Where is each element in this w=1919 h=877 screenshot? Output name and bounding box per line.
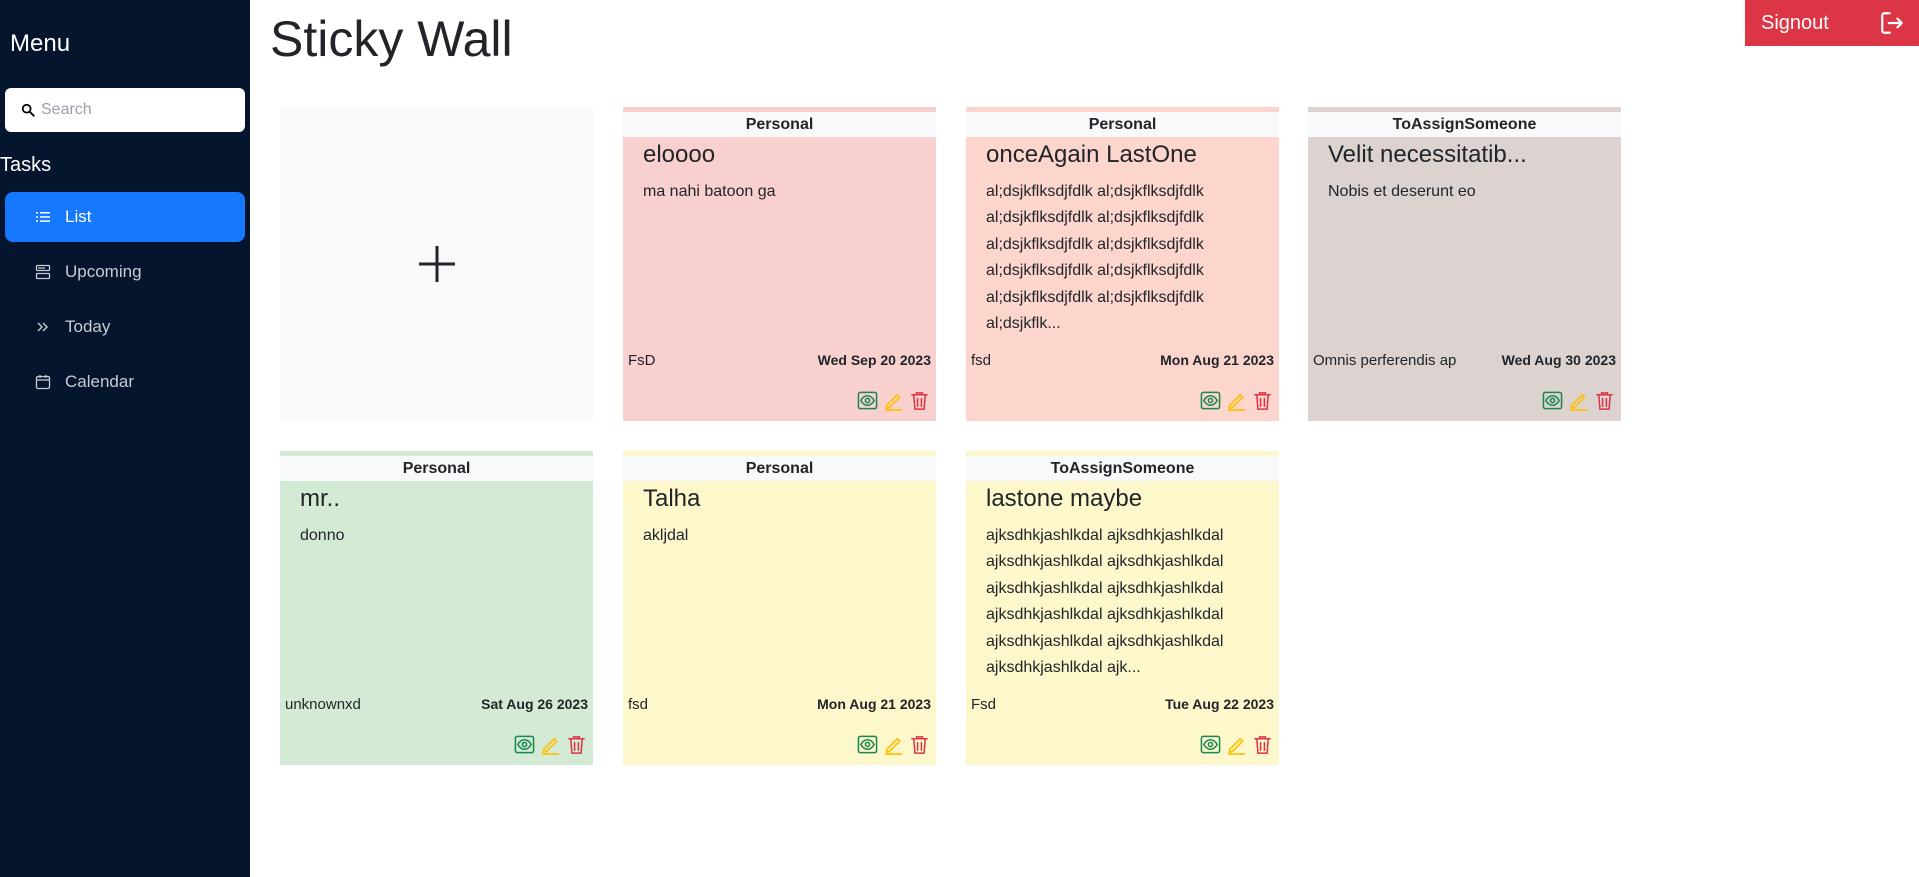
note-card[interactable]: Personal Talha akljdal fsd Mon Aug 21 2023: [623, 451, 936, 765]
note-card[interactable]: ToAssignSomeone Velit necessitatib... Nobi…: [1308, 107, 1621, 421]
sidebar-item-label: Today: [65, 317, 111, 336]
note-assignee: fsd: [628, 696, 649, 713]
note-date: Wed Aug 30 2023: [1501, 352, 1616, 368]
delete-icon[interactable]: [1593, 389, 1615, 411]
note-body: ajksdhkjashlkdal ajksdhkjashlkdal ajksdh…: [986, 527, 1224, 677]
page-title: Sticky Wall: [270, 11, 513, 67]
note-title: eloooo: [643, 141, 716, 168]
edit-icon[interactable]: [882, 389, 904, 411]
view-icon[interactable]: [856, 733, 878, 755]
plus-icon: [418, 246, 455, 282]
calendar-icon: [35, 374, 51, 390]
sidebar-item-today[interactable]: Today: [5, 302, 245, 352]
edit-icon[interactable]: [1567, 389, 1589, 411]
note-assignee: unknownxd: [285, 696, 361, 713]
note-assignee: fsd: [971, 352, 992, 369]
double-chevron-right-icon: [35, 319, 51, 335]
note-actions: [1199, 733, 1273, 755]
note-title: onceAgain LastOne: [986, 141, 1197, 168]
edit-icon[interactable]: [1225, 733, 1247, 755]
delete-icon[interactable]: [908, 733, 930, 755]
note-date: Tue Aug 22 2023: [1165, 696, 1274, 712]
delete-icon[interactable]: [1251, 389, 1273, 411]
note-date: Wed Sep 20 2023: [817, 352, 931, 368]
note-category: Personal: [280, 456, 593, 481]
note-body: al;dsjkflksdjfdlk al;dsjkflksdjfdlk al;d…: [986, 183, 1204, 333]
search-box[interactable]: [5, 88, 245, 132]
note-category: Personal: [623, 112, 936, 137]
note-title: Velit necessitatib...: [1328, 141, 1527, 168]
signout-label: Signout: [1761, 11, 1829, 34]
note-assignee: Fsd: [971, 696, 997, 713]
delete-icon[interactable]: [1251, 733, 1273, 755]
edit-icon[interactable]: [539, 733, 561, 755]
sidebar-item-label: Calendar: [65, 372, 134, 391]
view-icon[interactable]: [513, 733, 535, 755]
sidebar-item-label: Upcoming: [65, 262, 142, 281]
note-card[interactable]: Personal onceAgain LastOne al;dsjkflksdjfd…: [966, 107, 1279, 421]
sidebar: Menu Tasks List Upcoming Today Calendar: [0, 0, 250, 877]
note-category: Personal: [623, 456, 936, 481]
note-title: mr..: [300, 485, 340, 512]
search-input[interactable]: [41, 101, 231, 119]
note-title: Talha: [643, 485, 701, 512]
sidebar-item-calendar[interactable]: Calendar: [5, 357, 245, 407]
note-category: ToAssignSomeone: [1308, 112, 1621, 137]
view-icon[interactable]: [1541, 389, 1563, 411]
edit-icon[interactable]: [1225, 389, 1247, 411]
sidebar-item-label: List: [65, 207, 92, 226]
note-card[interactable]: Personal eloooo ma nahi batoon ga FsD Wed Se…: [623, 107, 936, 421]
add-note-button[interactable]: [280, 107, 593, 421]
signout-icon: [1881, 12, 1903, 34]
note-body: ma nahi batoon ga: [643, 183, 776, 200]
note-actions: [856, 733, 930, 755]
delete-icon[interactable]: [908, 389, 930, 411]
note-body: akljdal: [643, 527, 689, 544]
note-assignee: Omnis perferendis ap: [1313, 352, 1457, 369]
note-date: Mon Aug 21 2023: [1160, 352, 1274, 368]
note-body: Nobis et deserunt eo: [1328, 183, 1476, 200]
note-card[interactable]: Personal mr.. donno unknownxd Sat Aug 26 202…: [280, 451, 593, 765]
view-icon[interactable]: [1199, 733, 1221, 755]
view-icon[interactable]: [1199, 389, 1221, 411]
note-actions: [856, 389, 930, 411]
upcoming-icon: [35, 264, 51, 280]
sidebar-item-upcoming[interactable]: Upcoming: [5, 247, 245, 297]
note-title: lastone maybe: [986, 485, 1143, 512]
note-actions: [1541, 389, 1615, 411]
note-category: ToAssignSomeone: [966, 456, 1279, 481]
note-date: Mon Aug 21 2023: [817, 696, 931, 712]
view-icon[interactable]: [856, 389, 878, 411]
note-actions: [1199, 389, 1273, 411]
tasks-title: Tasks: [0, 154, 52, 176]
delete-icon[interactable]: [565, 733, 587, 755]
note-category: Personal: [966, 112, 1279, 137]
menu-title: Menu: [10, 30, 71, 57]
note-assignee: FsD: [628, 352, 656, 369]
sidebar-item-list[interactable]: List: [5, 192, 245, 242]
note-card[interactable]: ToAssignSomeone lastone maybe ajksdhkjashl…: [966, 451, 1279, 765]
note-date: Sat Aug 26 2023: [481, 696, 588, 712]
list-icon: [35, 209, 51, 225]
search-icon: [21, 103, 35, 117]
note-body: donno: [300, 527, 345, 544]
signout-button[interactable]: Signout: [1745, 0, 1919, 46]
edit-icon[interactable]: [882, 733, 904, 755]
note-actions: [513, 733, 587, 755]
